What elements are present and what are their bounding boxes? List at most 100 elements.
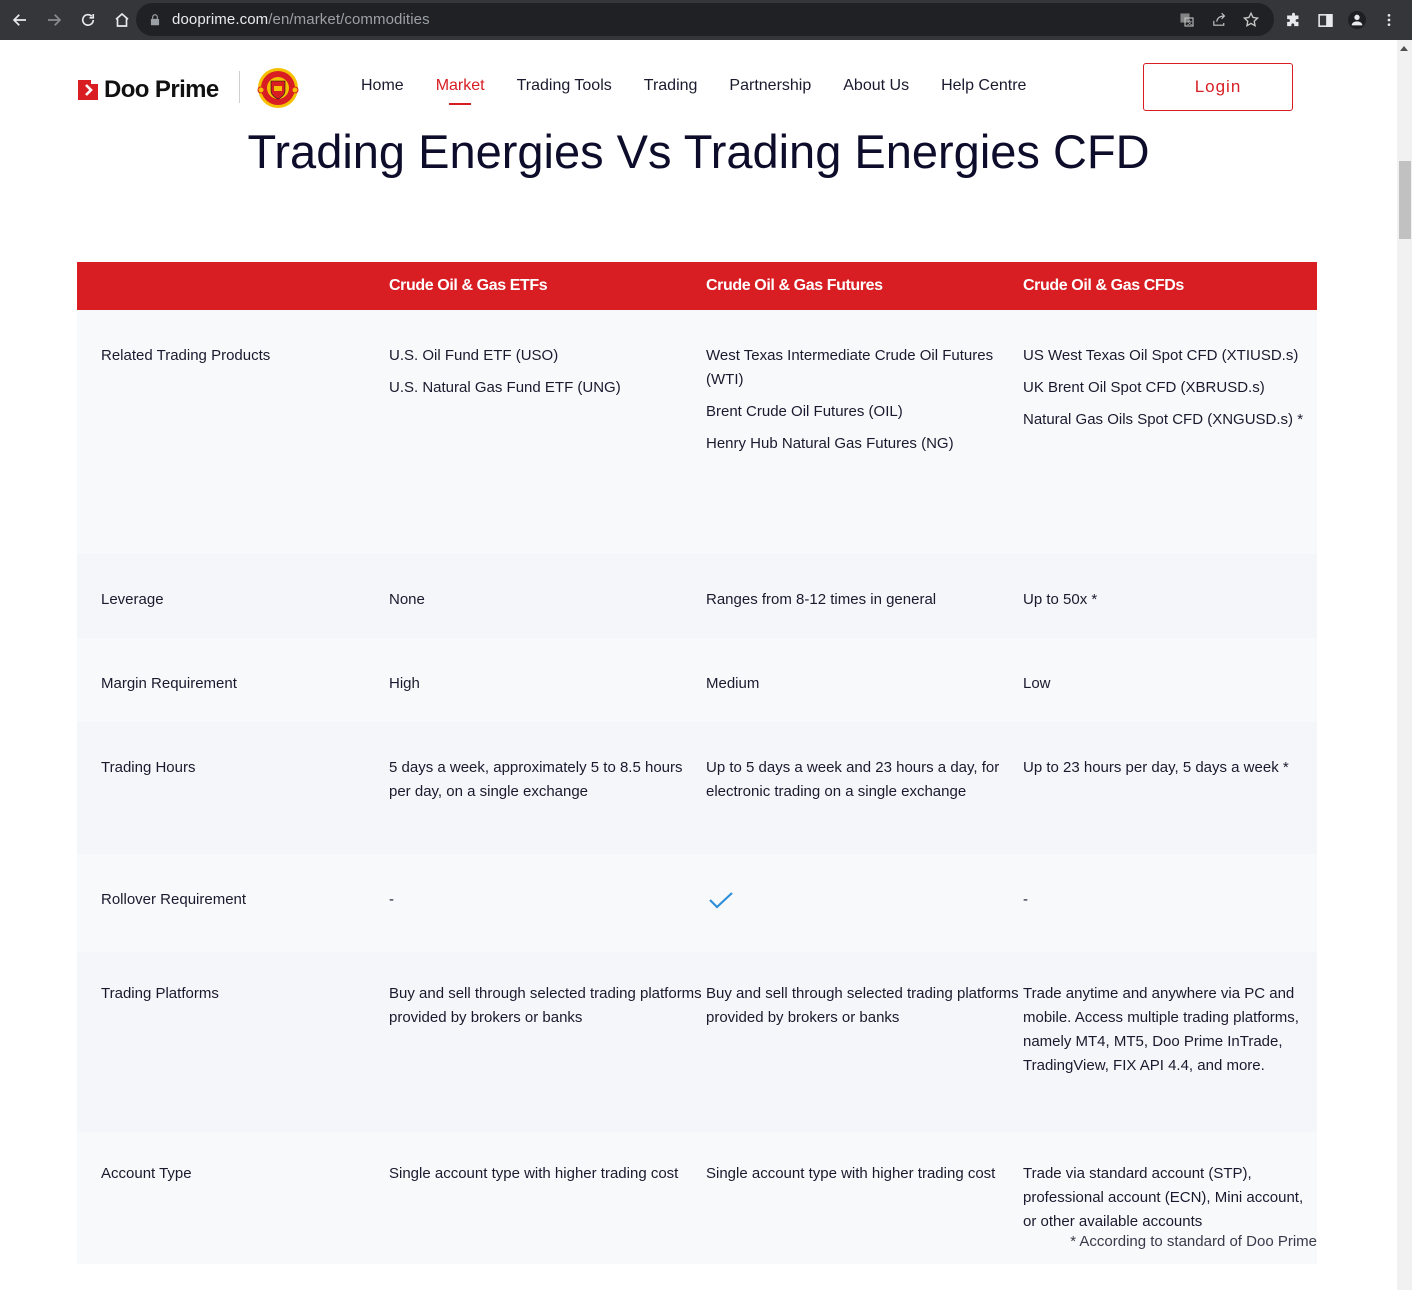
cell-cfds: Up to 23 hours per day, 5 days a week *: [1023, 756, 1317, 780]
nav-help-centre[interactable]: Help Centre: [941, 77, 1026, 95]
cell-etfs: Buy and sell through selected trading pl…: [389, 982, 706, 1030]
cell-futures: West Texas Intermediate Crude Oil Future…: [706, 344, 1023, 456]
cell-text: US West Texas Oil Spot CFD (XTIUSD.s): [1023, 347, 1299, 364]
reload-button[interactable]: [72, 4, 104, 36]
table-row: Margin Requirement High Medium Low: [77, 638, 1317, 722]
cell-text: -: [1023, 891, 1028, 908]
nav-trading[interactable]: Trading: [644, 77, 698, 95]
table-header-etfs: Crude Oil & Gas ETFs: [389, 277, 548, 294]
doo-prime-mark-icon: [78, 80, 98, 100]
cell-text: Medium: [706, 675, 760, 692]
home-icon: [115, 12, 129, 27]
cell-text: Buy and sell through selected trading pl…: [706, 985, 1019, 1026]
cell-text: UK Brent Oil Spot CFD (XBRUSD.s): [1023, 379, 1265, 396]
nav-partnership[interactable]: Partnership: [729, 77, 811, 95]
cell-futures: Buy and sell through selected trading pl…: [706, 982, 1023, 1030]
scroll-up-arrow-icon[interactable]: [1400, 46, 1408, 51]
comparison-table: Crude Oil & Gas ETFs Crude Oil & Gas Fut…: [77, 262, 1317, 1264]
cell-text: Brent Crude Oil Futures (OIL): [706, 403, 903, 420]
profile-icon[interactable]: [1348, 11, 1366, 29]
cell-etfs: -: [389, 888, 706, 912]
cell-text: Low: [1023, 675, 1051, 692]
cell-text: None: [389, 591, 425, 608]
cell-futures: Single account type with higher trading …: [706, 1162, 1023, 1186]
cell-text: -: [389, 891, 394, 908]
table-row: Trading Hours 5 days a week, approximatel…: [77, 722, 1317, 854]
url-host: dooprime.com: [172, 11, 269, 28]
cell-cfds: US West Texas Oil Spot CFD (XTIUSD.s) UK …: [1023, 344, 1317, 432]
row-label: Trading Platforms: [101, 985, 219, 1002]
page-scrollbar[interactable]: [1397, 40, 1412, 1290]
scrollbar-thumb[interactable]: [1399, 161, 1411, 239]
row-label: Trading Hours: [101, 759, 196, 776]
cell-cfds: -: [1023, 888, 1317, 912]
browser-toolbar: dooprime.com/en/market/commodities 文: [0, 0, 1412, 40]
cell-text: Henry Hub Natural Gas Futures (NG): [706, 435, 954, 452]
reload-icon: [81, 13, 95, 26]
nav-home[interactable]: Home: [361, 77, 404, 95]
row-label: Margin Requirement: [101, 675, 237, 692]
row-label: Account Type: [101, 1165, 192, 1182]
cell-cfds: Up to 50x *: [1023, 588, 1317, 612]
checkmark-icon: [709, 892, 733, 909]
main-nav: Home Market Trading Tools Trading Partne…: [361, 77, 1058, 95]
page-title: Trading Energies Vs Trading Energies CFD: [247, 125, 1150, 178]
cell-cfds: Trade via standard account (STP), profes…: [1023, 1162, 1317, 1234]
back-icon: [12, 14, 26, 26]
nav-about-us[interactable]: About Us: [843, 77, 909, 95]
table-body: Related Trading Products U.S. Oil Fund ET…: [77, 310, 1317, 1264]
cell-cfds: Low: [1023, 672, 1317, 696]
table-header-futures: Crude Oil & Gas Futures: [706, 277, 883, 294]
cell-futures: Ranges from 8-12 times in general: [706, 588, 1023, 612]
cell-etfs: 5 days a week, approximately 5 to 8.5 ho…: [389, 756, 706, 804]
cell-etfs: Single account type with higher trading …: [389, 1162, 706, 1186]
cell-etfs: U.S. Oil Fund ETF (USO) U.S. Natural Gas …: [389, 344, 706, 400]
side-panel-icon[interactable]: [1316, 11, 1334, 29]
cell-text: Trade anytime and anywhere via PC and mo…: [1023, 985, 1299, 1074]
extensions-icon[interactable]: [1284, 11, 1302, 29]
doo-prime-logo[interactable]: Doo Prime: [78, 76, 219, 104]
table-header-row: Crude Oil & Gas ETFs Crude Oil & Gas Fut…: [77, 262, 1317, 310]
table-row: Rollover Requirement - -: [77, 854, 1317, 952]
forward-icon: [48, 14, 62, 26]
forward-button[interactable]: [38, 4, 70, 36]
translate-icon[interactable]: 文: [1178, 11, 1196, 29]
address-bar[interactable]: dooprime.com/en/market/commodities 文: [136, 3, 1274, 36]
row-label: Related Trading Products: [101, 347, 271, 364]
login-button[interactable]: Login: [1143, 63, 1293, 111]
cell-text: Up to 5 days a week and 23 hours a day, …: [706, 759, 1000, 800]
lock-icon: [150, 13, 160, 25]
cell-futures: Up to 5 days a week and 23 hours a day, …: [706, 756, 1023, 804]
cell-cfds: Trade anytime and anywhere via PC and mo…: [1023, 982, 1317, 1078]
cell-text: Single account type with higher trading …: [706, 1165, 996, 1182]
share-icon[interactable]: [1210, 11, 1228, 29]
cell-text: U.S. Natural Gas Fund ETF (UNG): [389, 379, 621, 396]
cell-text: West Texas Intermediate Crude Oil Future…: [706, 347, 994, 388]
bookmark-star-icon[interactable]: [1242, 11, 1260, 29]
nav-market[interactable]: Market: [436, 77, 485, 95]
back-button[interactable]: [4, 4, 36, 36]
cell-etfs: High: [389, 672, 706, 696]
cell-futures: Medium: [706, 672, 1023, 696]
cell-text: Ranges from 8-12 times in general: [706, 591, 937, 608]
nav-trading-tools[interactable]: Trading Tools: [517, 77, 612, 95]
cell-text: Up to 23 hours per day, 5 days a week *: [1023, 759, 1289, 776]
footnote: * According to standard of Doo Prime: [1070, 1233, 1317, 1250]
manchester-united-crest-icon: [257, 68, 299, 108]
table-header-cfds: Crude Oil & Gas CFDs: [1023, 277, 1184, 294]
table-row: Related Trading Products U.S. Oil Fund ET…: [77, 310, 1317, 554]
cell-text: High: [389, 675, 420, 692]
cell-text: Single account type with higher trading …: [389, 1165, 679, 1182]
table-row: Trading Platforms Buy and sell through se…: [77, 952, 1317, 1132]
home-button[interactable]: [106, 4, 138, 36]
url-path: /en/market/commodities: [268, 11, 430, 28]
cell-etfs: None: [389, 588, 706, 612]
cell-text: Natural Gas Oils Spot CFD (XNGUSD.s) *: [1023, 411, 1304, 428]
menu-icon[interactable]: [1380, 11, 1398, 29]
url-text: dooprime.com/en/market/commodities: [172, 11, 430, 28]
cell-text: Buy and sell through selected trading pl…: [389, 985, 702, 1026]
row-label: Rollover Requirement: [101, 891, 247, 908]
cell-text: Up to 50x *: [1023, 591, 1098, 608]
brand-name: Doo Prime: [104, 76, 219, 103]
cell-futures: [706, 888, 1023, 920]
